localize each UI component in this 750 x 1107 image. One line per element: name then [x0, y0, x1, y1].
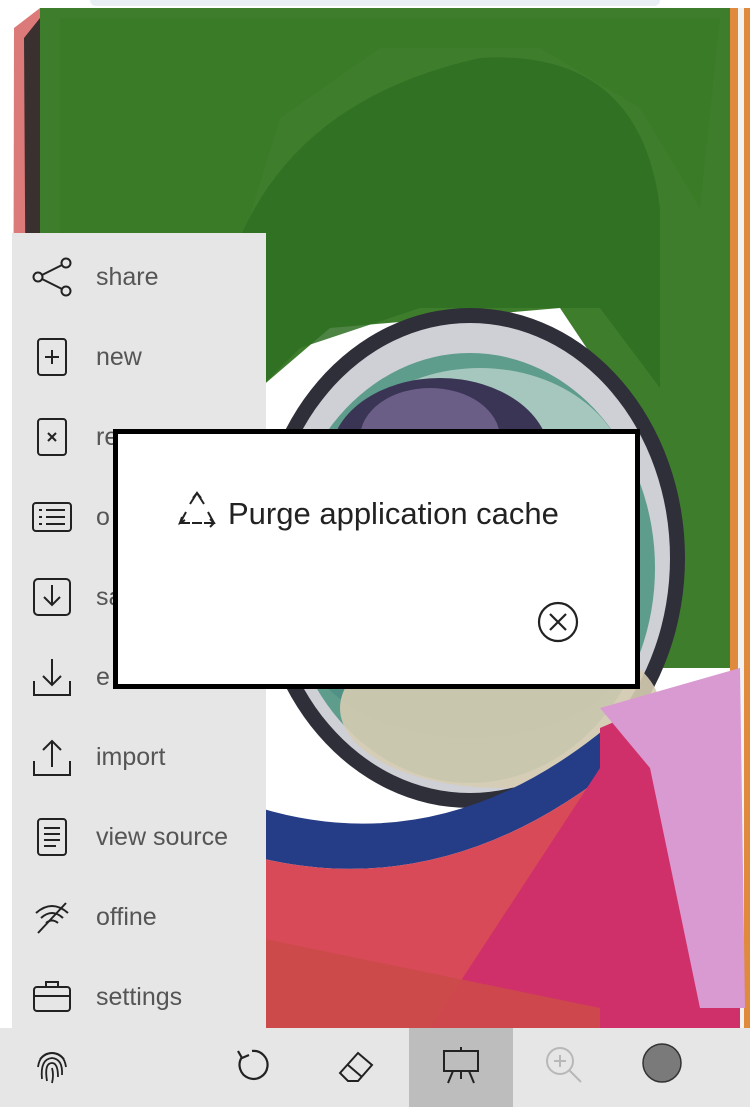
close-circle-icon	[536, 601, 580, 648]
fingerprint-button[interactable]	[12, 1028, 92, 1107]
menu-item-label: import	[96, 742, 166, 771]
zoom-in-icon	[543, 1044, 585, 1091]
color-swatch-icon	[640, 1043, 684, 1092]
new-file-icon	[32, 337, 72, 377]
fingerprint-icon	[32, 1045, 72, 1090]
offline-icon	[32, 897, 72, 937]
close-dialog-button[interactable]	[536, 600, 580, 644]
menu-item-label: settings	[96, 982, 183, 1011]
share-icon	[32, 257, 72, 297]
export-icon	[32, 657, 72, 697]
save-icon	[32, 577, 72, 617]
eraser-button[interactable]	[314, 1028, 398, 1107]
menu-item-label: view source	[96, 822, 228, 851]
briefcase-icon	[32, 977, 72, 1017]
color-picker-button[interactable]	[620, 1028, 704, 1107]
menu-item-label: o	[96, 502, 110, 531]
purge-cache-dialog: Purge application cache	[113, 429, 640, 689]
purge-cache-button[interactable]: Purge application cache	[176, 490, 559, 537]
easel-button[interactable]	[409, 1028, 513, 1107]
undo-icon	[234, 1047, 270, 1088]
reset-file-icon	[32, 417, 72, 457]
menu-item-label: share	[96, 262, 159, 291]
recycle-icon	[176, 490, 218, 537]
address-bar	[90, 0, 660, 6]
menu-item-view-source[interactable]: view source	[12, 797, 266, 877]
list-icon	[32, 497, 72, 537]
undo-button[interactable]	[210, 1028, 294, 1107]
eraser-icon	[336, 1045, 376, 1090]
easel-icon	[441, 1045, 481, 1090]
menu-item-label: new	[96, 342, 142, 371]
document-icon	[32, 817, 72, 857]
menu-item-share[interactable]: share	[12, 237, 266, 317]
import-icon	[32, 737, 72, 777]
zoom-in-button[interactable]	[522, 1028, 606, 1107]
purge-cache-label: Purge application cache	[228, 495, 559, 531]
menu-item-label: offine	[96, 902, 157, 931]
menu-item-label: e	[96, 662, 110, 691]
bottom-toolbar	[0, 1028, 750, 1107]
menu-item-import[interactable]: import	[12, 717, 266, 797]
menu-item-new[interactable]: new	[12, 317, 266, 397]
menu-item-settings[interactable]: settings	[12, 957, 266, 1037]
menu-item-offline[interactable]: offine	[12, 877, 266, 957]
